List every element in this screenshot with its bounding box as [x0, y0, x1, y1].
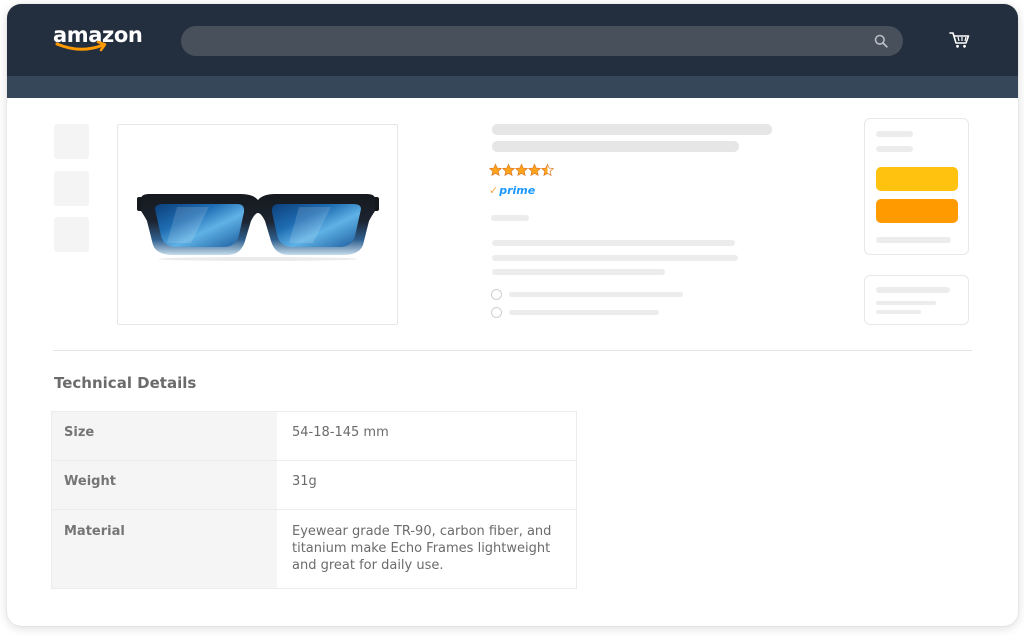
- thumbnail-3[interactable]: [54, 217, 89, 252]
- star-icon: [489, 163, 502, 176]
- spec-value: 31g: [292, 474, 317, 489]
- option-label-1: [509, 292, 683, 297]
- option-radio-2[interactable]: [491, 307, 502, 318]
- buybox-price-placeholder: [876, 131, 913, 137]
- thumbnail-1[interactable]: [54, 124, 89, 159]
- description-line-1: [492, 240, 735, 246]
- sunglasses-icon: [137, 194, 379, 261]
- table-row: Weight 31g: [52, 461, 576, 510]
- prime-check-icon: ✓: [489, 184, 499, 197]
- description-line-3: [492, 269, 665, 275]
- buy-now-button[interactable]: [876, 199, 958, 223]
- star-icon: [528, 163, 541, 176]
- add-to-cart-button[interactable]: [876, 167, 958, 191]
- thumbnail-2[interactable]: [54, 171, 89, 206]
- table-row: Material Eyewear grade TR-90, carbon fib…: [52, 510, 576, 588]
- star-rating[interactable]: [489, 163, 559, 177]
- spec-label: Weight: [52, 461, 277, 509]
- description-line-2: [492, 255, 738, 261]
- section-divider: [53, 350, 972, 351]
- secondary-box: [864, 275, 969, 325]
- amazon-logo[interactable]: amazon: [53, 23, 143, 57]
- spec-label: Material: [52, 510, 277, 588]
- buybox-footer-placeholder: [876, 237, 951, 243]
- browser-window: amazon ✓prime Technical Details Size 54-…: [7, 4, 1018, 626]
- product-title-line-2: [492, 141, 739, 152]
- buybox-shipping-placeholder: [876, 146, 913, 152]
- option-label-2: [509, 310, 659, 315]
- product-image[interactable]: [117, 124, 398, 325]
- prime-badge: ✓prime: [489, 183, 535, 199]
- option-radio-1[interactable]: [491, 289, 502, 300]
- technical-details-table: Size 54-18-145 mm Weight 31g Material Ey…: [51, 411, 577, 589]
- search-input[interactable]: [181, 26, 903, 56]
- product-title-line-1: [492, 124, 772, 135]
- star-icon: [515, 163, 528, 176]
- logo-smile-icon: [55, 40, 107, 52]
- price-placeholder: [491, 215, 529, 221]
- spec-value: Eyewear grade TR-90, carbon fiber, and t…: [292, 524, 552, 573]
- secondary-line-3: [876, 310, 921, 314]
- cart-icon[interactable]: [949, 31, 971, 49]
- technical-details-heading: Technical Details: [54, 374, 197, 392]
- table-row: Size 54-18-145 mm: [52, 412, 576, 461]
- star-icon: [502, 163, 515, 176]
- search-icon[interactable]: [874, 34, 888, 48]
- buy-box: [864, 118, 969, 255]
- spec-value: 54-18-145 mm: [292, 425, 389, 440]
- sub-navigation: [7, 76, 1018, 98]
- secondary-line-2: [876, 301, 936, 305]
- spec-label: Size: [52, 412, 277, 460]
- secondary-line-1: [876, 287, 950, 293]
- prime-label: prime: [499, 184, 536, 197]
- half-star-icon: [541, 163, 554, 176]
- site-header: amazon: [7, 4, 1018, 76]
